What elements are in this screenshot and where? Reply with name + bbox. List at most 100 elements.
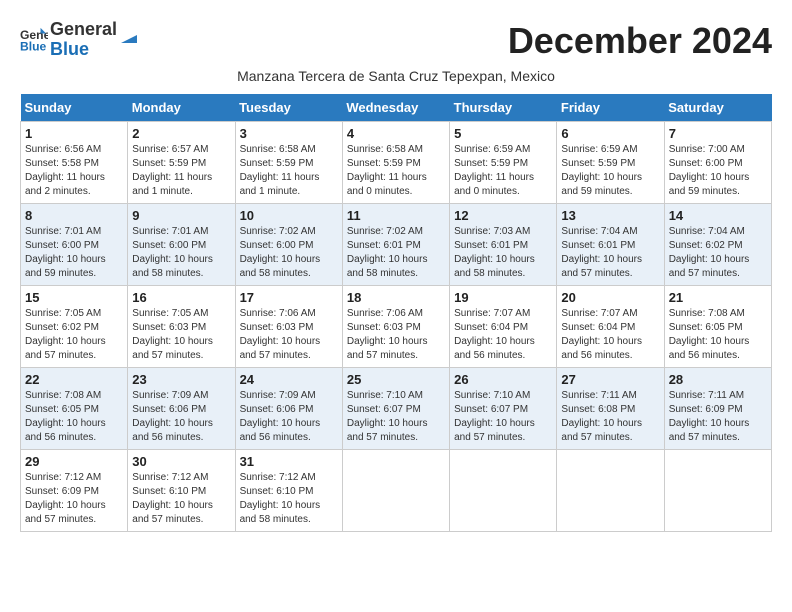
logo-icon: General Blue: [20, 26, 48, 54]
day-header-friday: Friday: [557, 94, 664, 122]
day-number: 24: [240, 372, 338, 387]
calendar-cell: 13 Sunrise: 7:04 AMSunset: 6:01 PMDayligh…: [557, 204, 664, 286]
day-detail: Sunrise: 7:04 AMSunset: 6:02 PMDaylight:…: [669, 225, 767, 281]
day-number: 14: [669, 208, 767, 223]
day-number: 18: [347, 290, 445, 305]
day-detail: Sunrise: 7:09 AMSunset: 6:06 PMDaylight:…: [132, 389, 230, 445]
calendar-cell: 11 Sunrise: 7:02 AMSunset: 6:01 PMDayligh…: [342, 204, 449, 286]
day-detail: Sunrise: 7:08 AMSunset: 6:05 PMDaylight:…: [25, 389, 123, 445]
calendar-cell: 10Sunrise: 7:02 AMSunset: 6:00 PMDayligh…: [235, 204, 342, 286]
day-number: 15: [25, 290, 123, 305]
day-detail: Sunrise: 7:01 AMSunset: 6:00 PMDaylight:…: [25, 225, 123, 281]
day-number: 9: [132, 208, 230, 223]
calendar-cell: 27 Sunrise: 7:11 AMSunset: 6:08 PMDayligh…: [557, 368, 664, 450]
calendar-cell: 23 Sunrise: 7:09 AMSunset: 6:06 PMDayligh…: [128, 368, 235, 450]
day-number: 3: [240, 126, 338, 141]
calendar-cell: 24Sunrise: 7:09 AMSunset: 6:06 PMDayligh…: [235, 368, 342, 450]
month-title: December 2024: [508, 20, 772, 62]
calendar-cell: 20 Sunrise: 7:07 AMSunset: 6:04 PMDayligh…: [557, 286, 664, 368]
logo-general: General: [50, 20, 117, 40]
logo-arrow-icon: [119, 25, 139, 45]
calendar-body: 1Sunrise: 6:56 AMSunset: 5:58 PMDaylight…: [21, 122, 772, 532]
day-number: 31: [240, 454, 338, 469]
calendar-cell: 17 Sunrise: 7:06 AMSunset: 6:03 PMDayligh…: [235, 286, 342, 368]
day-number: 20: [561, 290, 659, 305]
calendar-cell: 25 Sunrise: 7:10 AMSunset: 6:07 PMDayligh…: [342, 368, 449, 450]
calendar-week-2: 8Sunrise: 7:01 AMSunset: 6:00 PMDaylight…: [21, 204, 772, 286]
calendar-cell: 12Sunrise: 7:03 AMSunset: 6:01 PMDayligh…: [450, 204, 557, 286]
calendar-week-1: 1Sunrise: 6:56 AMSunset: 5:58 PMDaylight…: [21, 122, 772, 204]
calendar-cell: [450, 450, 557, 532]
logo-blue: Blue: [50, 40, 117, 60]
day-header-tuesday: Tuesday: [235, 94, 342, 122]
day-detail: Sunrise: 7:04 AMSunset: 6:01 PMDaylight:…: [561, 225, 659, 281]
day-detail: Sunrise: 7:05 AMSunset: 6:03 PMDaylight:…: [132, 307, 230, 363]
day-number: 16: [132, 290, 230, 305]
calendar-cell: [342, 450, 449, 532]
calendar-cell: 2Sunrise: 6:57 AMSunset: 5:59 PMDaylight…: [128, 122, 235, 204]
calendar-cell: 7 Sunrise: 7:00 AMSunset: 6:00 PMDaylight…: [664, 122, 771, 204]
calendar-cell: 5 Sunrise: 6:59 AMSunset: 5:59 PMDaylight…: [450, 122, 557, 204]
day-number: 30: [132, 454, 230, 469]
calendar-cell: 3 Sunrise: 6:58 AMSunset: 5:59 PMDaylight…: [235, 122, 342, 204]
day-number: 6: [561, 126, 659, 141]
calendar-cell: 30 Sunrise: 7:12 AMSunset: 6:10 PMDayligh…: [128, 450, 235, 532]
day-number: 22: [25, 372, 123, 387]
day-number: 23: [132, 372, 230, 387]
calendar-week-3: 15Sunrise: 7:05 AMSunset: 6:02 PMDayligh…: [21, 286, 772, 368]
day-detail: Sunrise: 7:11 AMSunset: 6:08 PMDaylight:…: [561, 389, 659, 445]
calendar-cell: [557, 450, 664, 532]
calendar-cell: 6Sunrise: 6:59 AMSunset: 5:59 PMDaylight…: [557, 122, 664, 204]
day-number: 13: [561, 208, 659, 223]
day-number: 26: [454, 372, 552, 387]
day-detail: Sunrise: 7:08 AMSunset: 6:05 PMDaylight:…: [669, 307, 767, 363]
day-detail: Sunrise: 6:59 AMSunset: 5:59 PMDaylight:…: [454, 143, 552, 199]
day-detail: Sunrise: 6:58 AMSunset: 5:59 PMDaylight:…: [347, 143, 445, 199]
day-number: 5: [454, 126, 552, 141]
location-title: Manzana Tercera de Santa Cruz Tepexpan, …: [20, 68, 772, 84]
day-detail: Sunrise: 7:00 AMSunset: 6:00 PMDaylight:…: [669, 143, 767, 199]
calendar-cell: 18Sunrise: 7:06 AMSunset: 6:03 PMDayligh…: [342, 286, 449, 368]
calendar-cell: 28Sunrise: 7:11 AMSunset: 6:09 PMDayligh…: [664, 368, 771, 450]
day-detail: Sunrise: 7:10 AMSunset: 6:07 PMDaylight:…: [454, 389, 552, 445]
day-number: 25: [347, 372, 445, 387]
day-header-thursday: Thursday: [450, 94, 557, 122]
day-detail: Sunrise: 7:07 AMSunset: 6:04 PMDaylight:…: [561, 307, 659, 363]
day-detail: Sunrise: 7:12 AMSunset: 6:09 PMDaylight:…: [25, 471, 123, 527]
day-detail: Sunrise: 7:03 AMSunset: 6:01 PMDaylight:…: [454, 225, 552, 281]
calendar-cell: 31Sunrise: 7:12 AMSunset: 6:10 PMDayligh…: [235, 450, 342, 532]
day-detail: Sunrise: 6:57 AMSunset: 5:59 PMDaylight:…: [132, 143, 230, 199]
calendar-cell: 19 Sunrise: 7:07 AMSunset: 6:04 PMDayligh…: [450, 286, 557, 368]
day-header-saturday: Saturday: [664, 94, 771, 122]
day-number: 10: [240, 208, 338, 223]
calendar-cell: 29 Sunrise: 7:12 AMSunset: 6:09 PMDayligh…: [21, 450, 128, 532]
day-number: 17: [240, 290, 338, 305]
calendar-cell: 1Sunrise: 6:56 AMSunset: 5:58 PMDaylight…: [21, 122, 128, 204]
day-number: 19: [454, 290, 552, 305]
day-number: 21: [669, 290, 767, 305]
calendar-cell: 14 Sunrise: 7:04 AMSunset: 6:02 PMDayligh…: [664, 204, 771, 286]
day-number: 1: [25, 126, 123, 141]
calendar-table: SundayMondayTuesdayWednesdayThursdayFrid…: [20, 94, 772, 532]
day-number: 4: [347, 126, 445, 141]
day-detail: Sunrise: 7:02 AMSunset: 6:01 PMDaylight:…: [347, 225, 445, 281]
calendar-cell: 8Sunrise: 7:01 AMSunset: 6:00 PMDaylight…: [21, 204, 128, 286]
calendar-cell: 21 Sunrise: 7:08 AMSunset: 6:05 PMDayligh…: [664, 286, 771, 368]
svg-text:Blue: Blue: [20, 39, 47, 53]
calendar-cell: 16 Sunrise: 7:05 AMSunset: 6:03 PMDayligh…: [128, 286, 235, 368]
day-detail: Sunrise: 7:10 AMSunset: 6:07 PMDaylight:…: [347, 389, 445, 445]
day-header-sunday: Sunday: [21, 94, 128, 122]
day-number: 11: [347, 208, 445, 223]
day-detail: Sunrise: 6:58 AMSunset: 5:59 PMDaylight:…: [240, 143, 338, 199]
calendar-cell: 9Sunrise: 7:01 AMSunset: 6:00 PMDaylight…: [128, 204, 235, 286]
day-number: 27: [561, 372, 659, 387]
calendar-week-5: 29 Sunrise: 7:12 AMSunset: 6:09 PMDayligh…: [21, 450, 772, 532]
day-detail: Sunrise: 7:06 AMSunset: 6:03 PMDaylight:…: [240, 307, 338, 363]
day-number: 7: [669, 126, 767, 141]
calendar-cell: 15Sunrise: 7:05 AMSunset: 6:02 PMDayligh…: [21, 286, 128, 368]
day-detail: Sunrise: 7:07 AMSunset: 6:04 PMDaylight:…: [454, 307, 552, 363]
calendar-cell: 26 Sunrise: 7:10 AMSunset: 6:07 PMDayligh…: [450, 368, 557, 450]
day-number: 29: [25, 454, 123, 469]
day-detail: Sunrise: 7:12 AMSunset: 6:10 PMDaylight:…: [132, 471, 230, 527]
calendar-cell: [664, 450, 771, 532]
